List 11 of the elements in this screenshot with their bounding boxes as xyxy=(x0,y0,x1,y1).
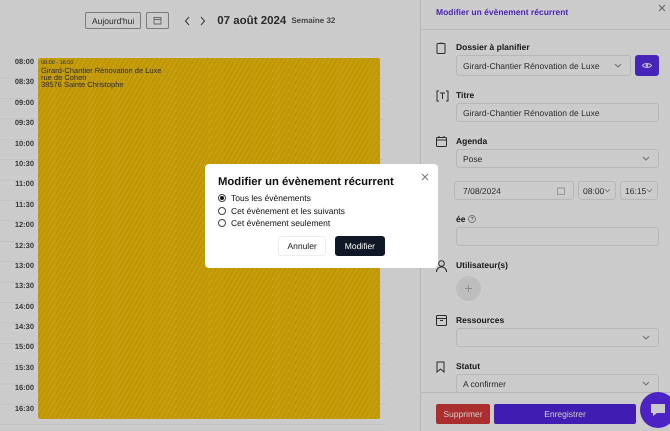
field-label: Statut xyxy=(456,360,480,370)
field-label: ée xyxy=(456,214,466,224)
field-label: Agenda xyxy=(456,136,488,146)
week-number: Semaine 32 xyxy=(291,16,336,25)
current-date: 07 août 2024 xyxy=(217,14,286,26)
field-label: Dossier à planifier xyxy=(456,42,530,52)
dialog-title: Modifier un évènement récurrent xyxy=(218,176,395,188)
field-label: Ressources xyxy=(456,314,504,324)
field-label: Utilisateur(s) xyxy=(456,260,508,270)
panel-title: Modifier un évènement récurrent xyxy=(436,6,568,16)
field-label: Titre xyxy=(456,90,474,100)
